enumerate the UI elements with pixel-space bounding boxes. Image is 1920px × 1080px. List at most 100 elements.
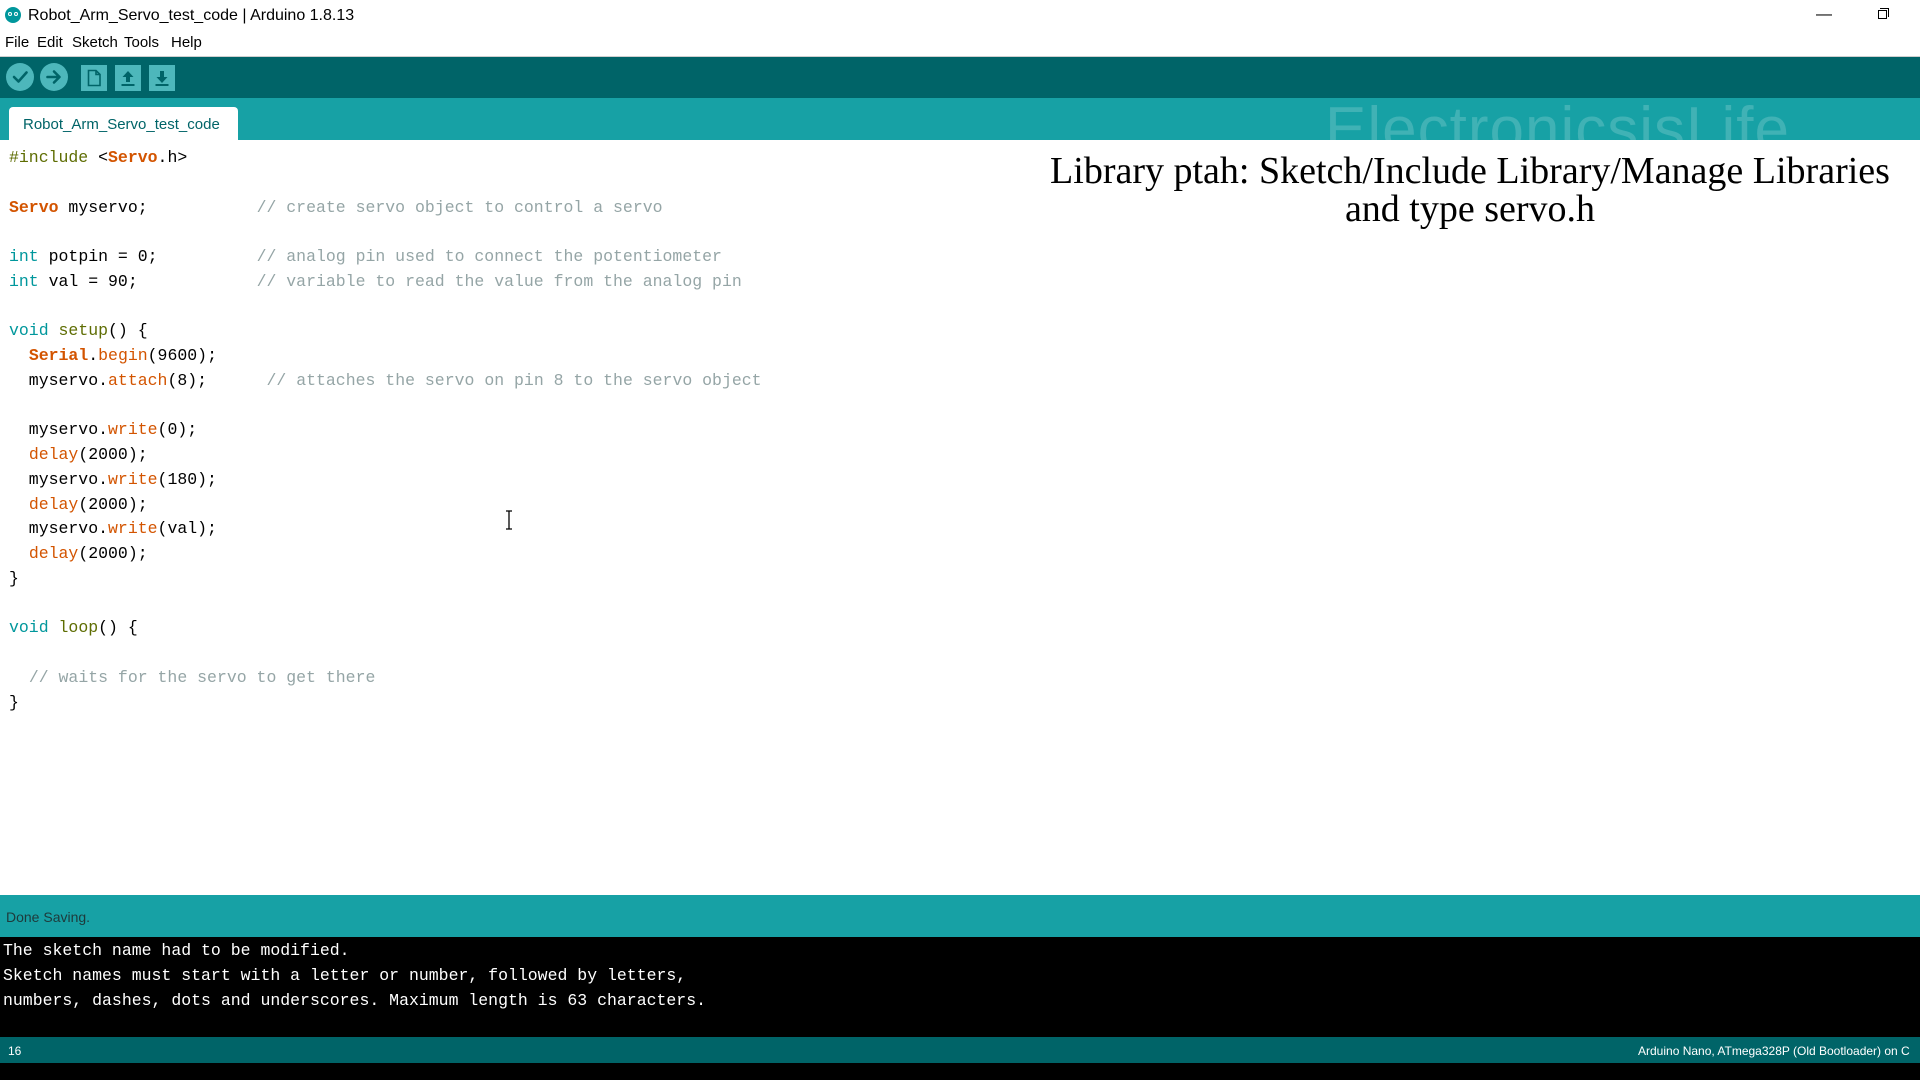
code-line: // waits for the servo to get there [9, 666, 762, 691]
console-line: The sketch name had to be modified. [3, 941, 350, 960]
code-token: myservo. [9, 420, 109, 440]
status-message: Done Saving. [6, 909, 91, 925]
code-line: Servo myservo; // create servo object to… [9, 196, 762, 221]
code-token: (2000); [78, 445, 148, 464]
code-token: void [9, 321, 49, 341]
overlay-caption-line-2: and type servo.h [1344, 188, 1596, 230]
code-text[interactable]: #include <Servo.h> Servo myservo; // crea… [9, 146, 762, 715]
code-token: #include [9, 148, 99, 167]
code-token: (val); [157, 519, 217, 539]
overlay-caption: Library ptah: Sketch/Include Library/Man… [1010, 152, 1920, 228]
code-token: int [9, 271, 39, 291]
open-sketch-button[interactable] [115, 65, 141, 91]
new-sketch-button[interactable] [81, 65, 107, 91]
code-line: Serial.begin(9600); [9, 344, 762, 369]
menu-file[interactable]: File [5, 34, 29, 51]
code-token: . [88, 346, 99, 365]
code-line: #include <Servo.h> [9, 146, 762, 171]
code-token: (8); [167, 370, 267, 390]
code-token: val = 90; [38, 271, 257, 291]
code-token: (0); [157, 420, 198, 440]
overlay-caption-line-1: Library ptah: Sketch/Include Library/Man… [1050, 150, 1890, 192]
code-token: myservo; [58, 197, 257, 217]
code-token: write [108, 519, 158, 539]
code-token: Serial [28, 346, 89, 365]
verify-button[interactable] [6, 63, 34, 91]
tab-robot-arm-servo-test-code[interactable]: Robot_Arm_Servo_test_code [9, 107, 238, 140]
code-line: } [9, 691, 762, 716]
code-line: void loop() { [9, 616, 762, 641]
code-line: void setup() { [9, 319, 762, 344]
code-token: } [9, 692, 19, 712]
menu-tools[interactable]: Tools [124, 34, 159, 51]
code-token: (9600); [147, 346, 217, 365]
code-line: int val = 90; // variable to read the va… [9, 270, 762, 295]
menu-bar: File Edit Sketch Tools Help [0, 30, 1920, 57]
code-token: potpin = 0; [38, 247, 257, 266]
tab-bar: ElectronicsisLife Robot_Arm_Servo_test_c… [0, 98, 1920, 140]
code-token: () { [108, 321, 148, 341]
line-number: 16 [8, 1044, 22, 1058]
restore-button[interactable] [1870, 6, 1894, 24]
board-info: Arduino Nano, ATmega328P (Old Bootloader… [1638, 1044, 1910, 1058]
code-token: int [9, 247, 39, 266]
code-line: myservo.write(val); [9, 517, 762, 542]
menu-sketch[interactable]: Sketch [72, 34, 118, 51]
code-token: myservo. [9, 519, 109, 539]
code-token: (2000); [78, 494, 148, 514]
menu-help[interactable]: Help [171, 34, 202, 51]
screen-edge [0, 1063, 1920, 1080]
open-icon [121, 71, 135, 86]
window-title: Robot_Arm_Servo_test_code | Arduino 1.8.… [28, 7, 355, 24]
code-token: (2000); [78, 544, 148, 563]
console-line: Sketch names must start with a letter or… [3, 965, 687, 985]
code-token: myservo. [9, 370, 109, 390]
code-token: attach [108, 370, 168, 390]
code-token: Servo [108, 148, 158, 167]
text-cursor-icon [506, 510, 512, 530]
code-token: myservo. [9, 469, 109, 489]
code-token: // attaches the servo on pin 8 to the se… [266, 370, 762, 390]
code-token: (180); [157, 469, 217, 489]
console-output[interactable]: The sketch name had to be modified. Sket… [0, 937, 1920, 1037]
code-token: // create servo object to control a serv… [256, 197, 663, 217]
save-sketch-button[interactable] [149, 65, 175, 91]
menu-edit[interactable]: Edit [37, 34, 63, 51]
console-line: numbers, dashes, dots and underscores. M… [3, 990, 707, 1010]
code-line: int potpin = 0; // analog pin used to co… [9, 245, 762, 270]
code-line: } [9, 567, 762, 592]
code-token: delay [28, 445, 79, 464]
code-token: < [98, 148, 109, 167]
minimize-button[interactable]: — [1812, 6, 1836, 24]
code-token: write [108, 420, 158, 440]
code-token: delay [28, 494, 79, 514]
code-token: .h> [157, 148, 188, 167]
upload-button[interactable] [40, 63, 68, 91]
code-token: loop [58, 618, 99, 638]
code-line: delay(2000); [9, 443, 762, 468]
code-line: delay(2000); [9, 542, 762, 567]
code-editor[interactable]: #include <Servo.h> Servo myservo; // crea… [0, 140, 1920, 892]
code-token: // waits for the servo to get there [28, 667, 376, 687]
tab-label: Robot_Arm_Servo_test_code [23, 116, 220, 133]
upload-icon [46, 70, 61, 84]
code-token: () { [98, 618, 138, 638]
code-token: begin [98, 346, 148, 365]
footer-bar: 16 Arduino Nano, ATmega328P (Old Bootloa… [0, 1037, 1920, 1063]
console-text: The sketch name had to be modified. Sket… [3, 939, 706, 1013]
watermark: ElectronicsisLife [1325, 98, 1790, 140]
code-line: delay(2000); [9, 493, 762, 518]
code-line: myservo.attach(8); // attaches the servo… [9, 369, 762, 394]
new-icon [87, 69, 101, 87]
code-token: write [108, 469, 158, 489]
